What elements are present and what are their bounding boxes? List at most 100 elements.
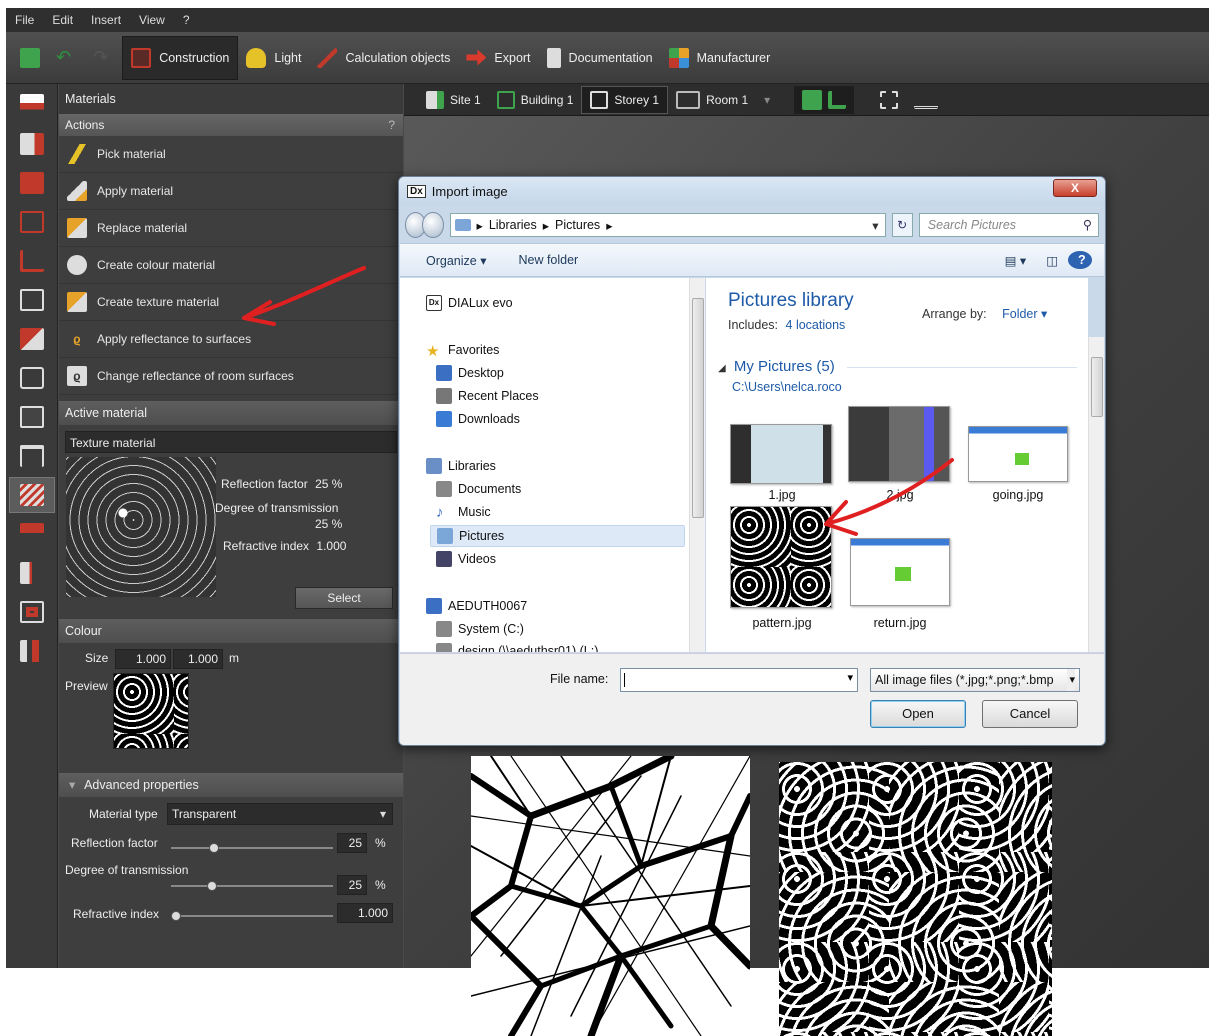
tab-export[interactable]: Export (458, 36, 538, 80)
close-button[interactable]: X (1053, 179, 1097, 197)
file-goingjpg-label[interactable]: going.jpg (958, 488, 1078, 502)
rail-room-button[interactable] (9, 243, 55, 279)
group-header[interactable]: ◢ My Pictures (5) (718, 358, 1078, 375)
slider-knob[interactable] (209, 843, 219, 853)
fit-view-button[interactable] (872, 86, 906, 114)
includes-locations-link[interactable]: 4 locations (786, 318, 846, 332)
address-dropdown-icon[interactable]: ▾ (866, 218, 884, 233)
menu-help[interactable]: ? (174, 13, 199, 27)
reflection-slider[interactable] (171, 843, 333, 853)
help-button[interactable]: ? (388, 114, 395, 136)
search-input[interactable]: Search Pictures ⚲ (918, 213, 1099, 237)
menu-insert[interactable]: Insert (82, 13, 130, 27)
file-name-input[interactable]: ▾ (620, 668, 858, 692)
forward-button[interactable] (422, 212, 444, 238)
help-icon[interactable]: ? (1068, 251, 1092, 269)
storey-button[interactable]: Storey 1 (581, 85, 669, 114)
select-button[interactable]: Select (295, 587, 393, 609)
rail-storey-button[interactable] (9, 204, 55, 240)
rail-building-button[interactable] (9, 165, 55, 201)
file-type-select[interactable]: All image files (*.jpg;*.png;*.bmp ▾ (870, 668, 1080, 692)
content-scrollbar[interactable] (1088, 337, 1104, 652)
solid-view-button[interactable] (794, 85, 855, 114)
change-room-reflectance-button[interactable]: ϱ Change reflectance of room surfaces (59, 358, 403, 395)
nav-item-libraries[interactable]: Libraries (426, 455, 496, 477)
rail-opening-button[interactable] (9, 399, 55, 435)
pick-material-button[interactable]: Pick material (59, 136, 403, 173)
nav-item-music[interactable]: ♪ Music (436, 501, 491, 523)
building-button[interactable]: Building 1 (489, 86, 582, 114)
apply-material-button[interactable]: Apply material (59, 173, 403, 210)
tab-calculation-objects[interactable]: Calculation objects (309, 36, 458, 80)
nav-item-system-c[interactable]: System (C:) (436, 618, 524, 640)
nav-item-favorites[interactable]: ★ Favorites (426, 339, 499, 361)
menu-file[interactable]: File (6, 13, 43, 27)
rail-materials-button[interactable] (9, 477, 55, 513)
menu-edit[interactable]: Edit (43, 13, 82, 27)
rail-section-button[interactable] (9, 555, 55, 591)
nav-item-dialux-evo[interactable]: Dx DIALux evo (426, 292, 513, 314)
open-button[interactable]: Open (870, 700, 966, 728)
room-button[interactable]: Room 1 ▾ (668, 86, 778, 114)
rail-text-button[interactable] (9, 516, 55, 552)
material-name-field[interactable]: Texture material (65, 431, 397, 453)
file-goingjpg-thumbnail[interactable] (968, 426, 1068, 482)
rail-roof-button[interactable] (9, 321, 55, 357)
rail-move-button[interactable] (9, 87, 55, 123)
adv-transmission-field[interactable]: 25 (337, 875, 367, 895)
arrange-by-dropdown[interactable]: Folder ▾ (1002, 307, 1047, 321)
navigation-scrollbar[interactable] (689, 278, 705, 652)
nav-item-documents[interactable]: Documents (436, 478, 521, 500)
scroll-thumb[interactable] (692, 298, 704, 518)
adv-refractive-field[interactable]: 1.000 (337, 903, 393, 923)
file-returnjpg-label[interactable]: return.jpg (840, 616, 960, 630)
rail-cube-button[interactable] (9, 360, 55, 396)
size-x-field[interactable]: 1.000 (115, 649, 171, 669)
slider-knob[interactable] (171, 911, 181, 921)
view-options-icon[interactable]: ▤ ▾ (995, 253, 1037, 268)
refractive-slider[interactable] (171, 911, 333, 921)
breadcrumb-libraries[interactable]: Libraries (489, 218, 537, 232)
new-folder-button[interactable]: New folder (502, 253, 594, 267)
organize-button[interactable]: Organize ▾ (400, 253, 502, 268)
breadcrumb-pictures[interactable]: Pictures (555, 218, 600, 232)
nav-label: Pictures (459, 529, 505, 543)
undo-button[interactable]: ↶ ↷ (48, 36, 116, 80)
adv-reflection-field[interactable]: 25 (337, 833, 367, 853)
nav-item-downloads[interactable]: Downloads (436, 408, 520, 430)
tab-light[interactable]: Light (238, 36, 309, 80)
tab-documentation[interactable]: Documentation (539, 36, 661, 80)
address-bar[interactable]: ▸ Libraries ▸ Pictures ▸ ▾ (449, 213, 886, 237)
file-returnjpg-thumbnail[interactable] (850, 538, 950, 606)
preview-pane-icon[interactable]: ◫ (1036, 253, 1068, 268)
measure-button[interactable] (906, 86, 946, 114)
scroll-thumb[interactable] (1091, 357, 1103, 417)
size-y-field[interactable]: 1.000 (173, 649, 223, 669)
advanced-properties-header[interactable]: ▾ Advanced properties (59, 773, 403, 797)
transmission-slider[interactable] (171, 881, 333, 891)
nav-item-desktop[interactable]: Desktop (436, 362, 504, 384)
menu-view[interactable]: View (130, 13, 174, 27)
nav-item-recent-places[interactable]: Recent Places (436, 385, 539, 407)
cancel-label: Cancel (1009, 706, 1051, 721)
save-button[interactable] (12, 36, 48, 80)
nav-item-design-aeduthsr01-l[interactable]: design (\\aeduthsr01) (L:) (436, 640, 598, 652)
cancel-button[interactable]: Cancel (982, 700, 1078, 728)
file-name-dropdown-icon[interactable]: ▾ (847, 671, 853, 684)
rail-tree-button[interactable] (9, 633, 55, 669)
refresh-button[interactable]: ↻ (891, 213, 913, 237)
material-type-select[interactable]: Transparent ▾ (167, 803, 393, 825)
tab-construction[interactable]: Construction (122, 35, 239, 80)
replace-material-button[interactable]: Replace material (59, 210, 403, 247)
nav-item-aeduth0067[interactable]: AEDUTH0067 (426, 595, 527, 617)
rail-frame-button[interactable] (9, 594, 55, 630)
nav-item-videos[interactable]: Videos (436, 548, 496, 570)
rail-walls-button[interactable] (9, 282, 55, 318)
nav-item-pictures[interactable]: Pictures (430, 525, 685, 547)
tab-manufacturer[interactable]: Manufacturer (661, 36, 779, 80)
file-patternjpg-label[interactable]: pattern.jpg (722, 616, 842, 630)
slider-knob[interactable] (207, 881, 217, 891)
rail-site-button[interactable] (9, 126, 55, 162)
site-button[interactable]: Site 1 (418, 86, 489, 114)
rail-furniture-button[interactable] (9, 438, 55, 474)
